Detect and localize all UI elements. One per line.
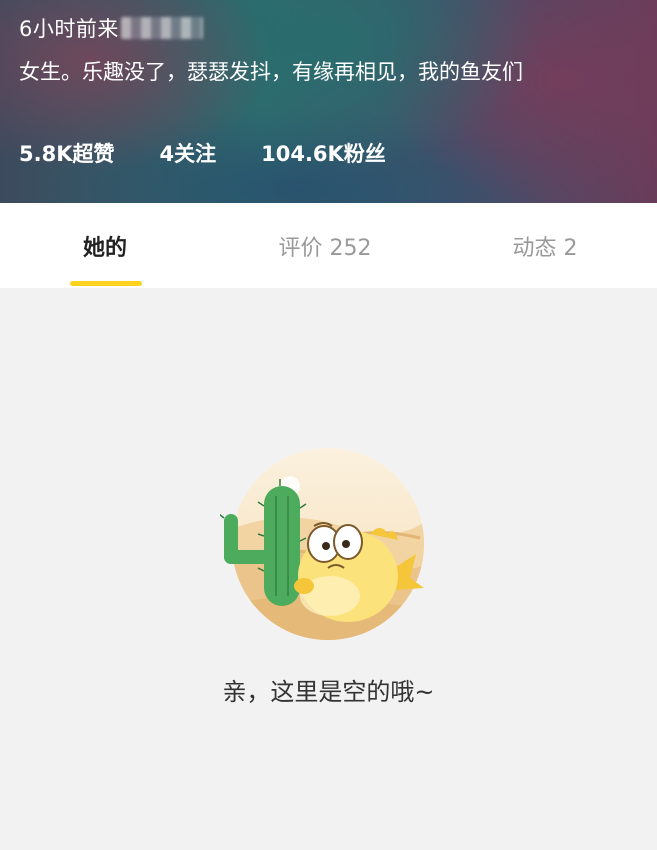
last-active-line: 6小时前来 <box>19 14 203 42</box>
profile-stats: 5.8K超赞 4关注 104.6K粉丝 <box>19 138 431 168</box>
profile-header: 6小时前来 女生。乐趣没了，瑟瑟发抖，有缘再相见，我的鱼友们 5.8K超赞 4关… <box>0 0 657 203</box>
tab-moments[interactable]: 动态 2 <box>490 203 600 288</box>
tab-hers[interactable]: 她的 <box>50 203 160 288</box>
cactus-fish-illustration <box>218 448 424 640</box>
blurred-location <box>120 17 203 39</box>
likes-count[interactable]: 5.8K超赞 <box>19 138 114 168</box>
tab-reviews[interactable]: 评价 252 <box>255 203 395 288</box>
last-active-time: 6小时前来 <box>19 17 119 41</box>
profile-bio: 女生。乐趣没了，瑟瑟发抖，有缘再相见，我的鱼友们 <box>19 60 523 84</box>
fans-count[interactable]: 104.6K粉丝 <box>261 138 386 168</box>
following-count[interactable]: 4关注 <box>159 138 216 168</box>
empty-state-message: 亲，这里是空的哦~ <box>222 678 435 706</box>
empty-state-illustration <box>218 446 432 646</box>
active-tab-indicator <box>70 281 142 286</box>
profile-tab-bar: 她的 评价 252 动态 2 <box>0 203 657 288</box>
